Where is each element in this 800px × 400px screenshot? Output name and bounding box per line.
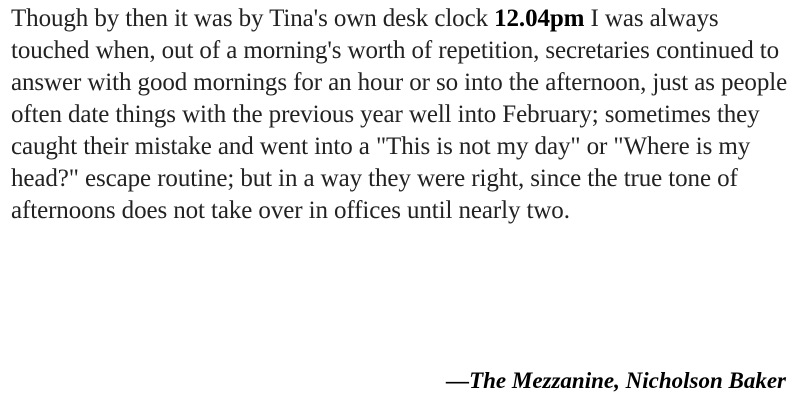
attribution-dash: — xyxy=(446,368,470,393)
quote-card: Though by then it was by Tina's own desk… xyxy=(0,0,800,400)
attribution-separator: , xyxy=(614,368,626,393)
attribution-author: Nicholson Baker xyxy=(625,368,786,393)
quote-time: 12.04pm xyxy=(494,5,585,32)
quote-text: Though by then it was by Tina's own desk… xyxy=(11,3,791,227)
attribution: —The Mezzanine, Nicholson Baker xyxy=(446,367,786,395)
quote-text-after-time: I was always touched when, out of a morn… xyxy=(11,5,788,224)
quote-text-before-time: Though by then it was by Tina's own desk… xyxy=(11,5,495,32)
attribution-title: The Mezzanine xyxy=(469,368,615,393)
